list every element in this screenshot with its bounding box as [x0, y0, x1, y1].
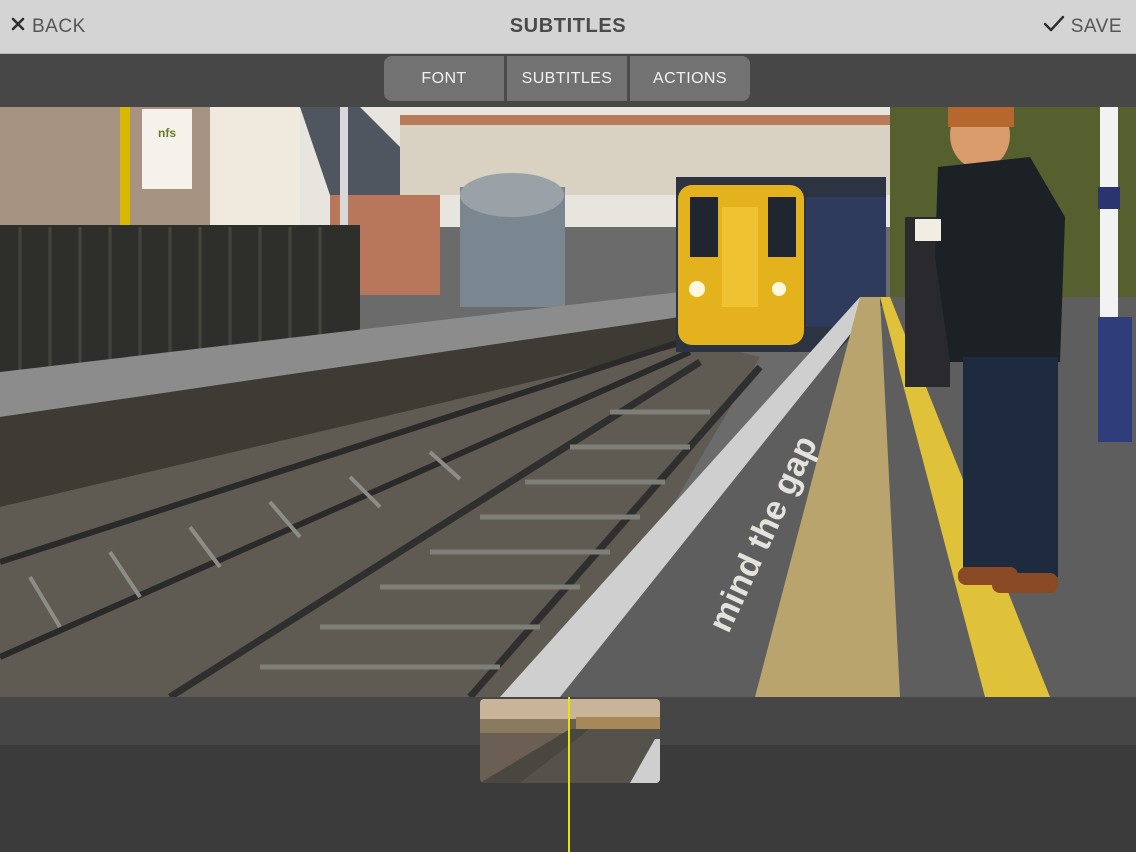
page-title: SUBTITLES	[509, 15, 627, 37]
station-sign-text: nfs	[158, 126, 176, 140]
clip-thumbnail-image	[480, 699, 660, 783]
timeline[interactable]	[0, 697, 1136, 852]
clip-thumbnail[interactable]	[480, 699, 660, 783]
top-bar: BACK SUBTITLES SAVE	[0, 0, 1136, 54]
save-button[interactable]: SAVE	[1043, 15, 1122, 39]
video-frame: nfs mind the gap	[0, 107, 1136, 697]
tab-bar: FONT SUBTITLES ACTIONS	[0, 54, 1136, 107]
station-sign	[142, 109, 192, 189]
video-preview[interactable]: nfs mind the gap	[0, 107, 1136, 697]
checkmark-icon	[1043, 15, 1065, 39]
tab-font[interactable]: FONT	[384, 56, 507, 101]
segmented-control: FONT SUBTITLES ACTIONS	[384, 56, 750, 101]
playhead[interactable]	[568, 697, 570, 852]
tab-subtitles[interactable]: SUBTITLES	[507, 56, 630, 101]
save-label: SAVE	[1070, 16, 1122, 37]
tab-actions[interactable]: ACTIONS	[630, 56, 750, 101]
